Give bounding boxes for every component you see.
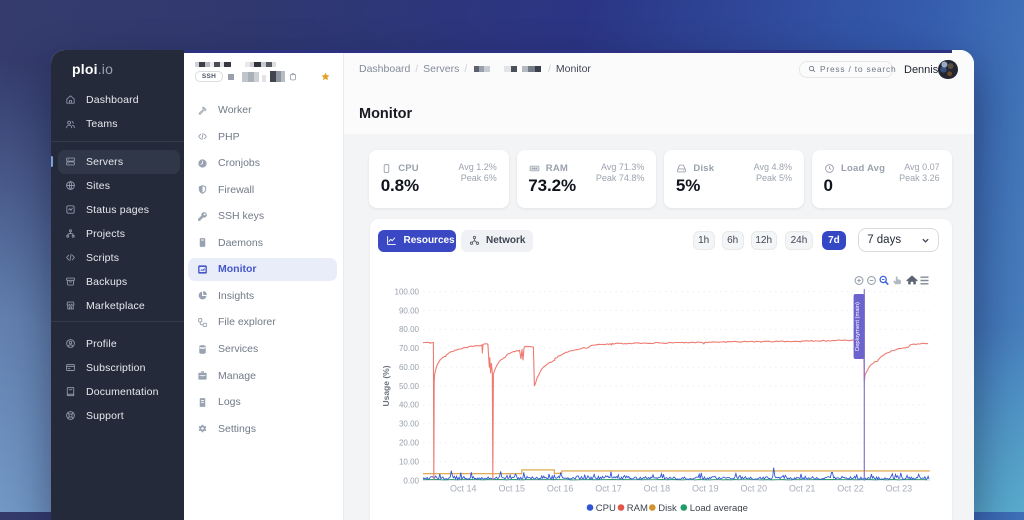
svg-text:100.00: 100.00 [394,287,419,296]
svg-text:Oct 19: Oct 19 [692,484,719,494]
svg-text:Usage (%): Usage (%) [381,365,391,406]
svg-text:0.00: 0.00 [403,476,419,485]
svg-text:90.00: 90.00 [399,306,420,315]
svg-text:CPU: CPU [595,503,615,512]
svg-text:70.00: 70.00 [399,344,420,353]
svg-text:Oct 21: Oct 21 [789,484,816,494]
svg-text:50.00: 50.00 [399,382,420,391]
svg-text:40.00: 40.00 [399,401,420,410]
svg-text:Load average: Load average [689,503,747,512]
svg-text:Oct 20: Oct 20 [740,484,767,494]
svg-text:10.00: 10.00 [399,457,420,466]
svg-text:Oct 14: Oct 14 [450,484,477,494]
svg-text:Oct 23: Oct 23 [885,484,912,494]
svg-text:Oct 15: Oct 15 [498,484,525,494]
svg-text:Oct 16: Oct 16 [547,484,574,494]
svg-text:Oct 18: Oct 18 [643,484,670,494]
svg-text:Disk: Disk [658,503,677,512]
svg-text:30.00: 30.00 [399,420,420,429]
svg-text:80.00: 80.00 [399,325,420,334]
svg-text:Oct 17: Oct 17 [595,484,622,494]
svg-text:Oct 22: Oct 22 [837,484,864,494]
svg-text:60.00: 60.00 [399,363,420,372]
svg-text:RAM: RAM [626,503,647,512]
svg-text:Deployment (main): Deployment (main) [855,302,861,351]
svg-text:20.00: 20.00 [399,439,420,448]
